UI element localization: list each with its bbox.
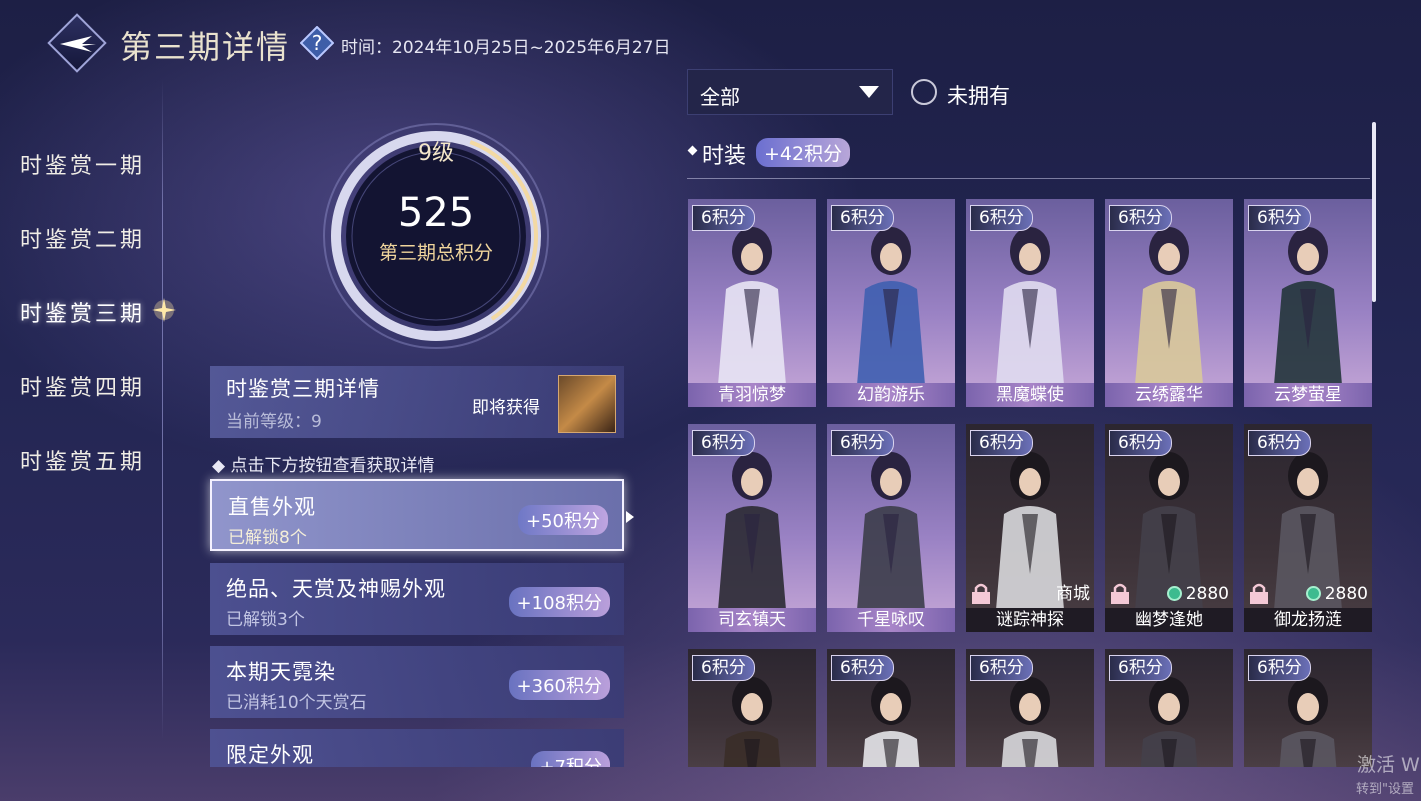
category-title: 绝品、天赏及神赐外观 [226,577,446,601]
category-subtitle: 已解锁3个 [226,610,305,630]
points-badge: 6积分 [831,430,894,456]
costume-name: 青羽惊梦 [688,383,816,407]
category-premium[interactable]: 绝品、天赏及神赐外观 已解锁3个 +108积分 [210,563,624,635]
current-level: 当前等级：9 [226,412,322,432]
points-badge: 6积分 [970,205,1033,231]
question-mark-icon[interactable]: ? [300,26,334,60]
category-direct-sale[interactable]: 直售外观 已解锁8个 +50积分 [210,479,624,551]
category-title: 限定外观 [226,743,314,767]
lock-icon [1250,583,1268,604]
jade-coin-icon [1305,586,1321,601]
nav-item-period-2[interactable]: 时鉴赏二期 [20,222,145,254]
points-badge: 6积分 [1248,430,1311,456]
price-value: 2880 [1324,584,1368,604]
total-score: 525 [397,190,475,236]
costume-card[interactable]: 6积分青羽惊梦 [688,199,816,407]
not-owned-radio[interactable] [911,79,937,105]
costume-card[interactable]: 6积分云梦萤星 [1244,199,1372,407]
costume-name: 黑魔蝶使 [966,383,1094,407]
points-badge: 6积分 [1109,655,1172,681]
section-title: 时装 [702,144,747,169]
nav-item-period-1[interactable]: 时鉴赏一期 [20,148,145,180]
price-label: 商城 [1056,579,1090,604]
total-score-label: 第三期总积分 [378,242,493,264]
costume-card[interactable]: 6积分司玄镇天 [688,424,816,632]
points-badge: 6积分 [1109,430,1172,456]
hint-label: 点击下方按钮查看获取详情 [230,456,435,476]
points-badge: 6积分 [692,205,755,231]
category-points: +360积分 [508,670,610,700]
price-label: 2880 [1305,584,1368,604]
section-points: +42积分 [756,138,851,167]
costume-card[interactable]: 6积分千星咏叹 [827,424,955,632]
category-subtitle: 已消耗10个天赏石 [226,693,367,713]
costume-card[interactable]: 6积分 2880 幽梦逢她 [1105,424,1233,632]
arrow-left-icon [60,36,96,52]
points-badge: 6积分 [970,655,1033,681]
category-title: 直售外观 [228,495,316,519]
category-dye[interactable]: 本期天霓染 已消耗10个天赏石 +360积分 [210,646,624,718]
points-badge: 6积分 [1248,655,1311,681]
costume-card[interactable]: 6积分幻韵游乐 [827,199,955,407]
costume-card[interactable]: 6积分 [1105,649,1233,767]
active-arrow-icon [626,511,634,523]
diamond-icon [687,145,698,156]
costume-card[interactable]: 6积分 [827,649,955,767]
coming-reward-label: 即将获得 [472,398,540,418]
active-star-icon [152,298,176,322]
caret-down-icon [859,86,879,98]
activation-watermark: 激活 W [1357,754,1420,776]
costume-name: 御龙扬涟 [1244,608,1372,632]
category-points: +108积分 [508,587,610,617]
costume-name: 司玄镇天 [688,608,816,632]
section-divider [687,178,1370,179]
points-badge: 6积分 [1248,205,1311,231]
details-title: 时鉴赏三期详情 [226,377,380,401]
category-subtitle: 已解锁8个 [228,528,307,548]
costume-name: 千星咏叹 [827,608,955,632]
points-badge: 6积分 [831,205,894,231]
page-title: 第三期详情 [120,28,291,66]
costume-name: 谜踪神探 [966,608,1094,632]
not-owned-label: 未拥有 [947,84,1010,108]
category-points: +7积分 [531,751,610,767]
costume-card[interactable]: 6积分黑魔蝶使 [966,199,1094,407]
price-label: 2880 [1166,584,1229,604]
points-badge: 6积分 [692,655,755,681]
nav-item-period-3[interactable]: 时鉴赏三期 [20,296,145,328]
category-title: 本期天霓染 [226,660,336,684]
lock-icon [972,583,990,604]
costume-card[interactable]: 6积分 [1244,649,1372,767]
costume-name: 云绣露华 [1105,383,1233,407]
reward-item-icon[interactable] [558,375,616,433]
costume-card[interactable]: 6积分商城谜踪神探 [966,424,1094,632]
hint-text: ◆ 点击下方按钮查看获取详情 [212,456,435,476]
points-badge: 6积分 [1109,205,1172,231]
scrollbar[interactable] [1372,122,1376,302]
filter-selected-value: 全部 [700,85,740,109]
jade-coin-icon [1166,586,1182,601]
svg-text:?: ? [312,31,323,55]
costume-name: 幻韵游乐 [827,383,955,407]
category-limited[interactable]: 限定外观 +7积分 [210,729,624,767]
costume-card[interactable]: 6积分 [966,649,1094,767]
level-label: 9级 [418,141,454,166]
period-time: 时间：2024年10月25日~2025年6月27日 [341,38,671,58]
costume-name: 幽梦逢她 [1105,608,1233,632]
costume-card[interactable]: 6积分 [688,649,816,767]
costume-card[interactable]: 6积分云绣露华 [1105,199,1233,407]
points-badge: 6积分 [831,655,894,681]
lock-icon [1111,583,1129,604]
nav-divider [162,80,163,740]
points-badge: 6积分 [970,430,1033,456]
nav-item-period-4[interactable]: 时鉴赏四期 [20,370,145,402]
nav-item-period-5[interactable]: 时鉴赏五期 [20,444,145,476]
points-badge: 6积分 [692,430,755,456]
category-points: +50积分 [518,505,608,535]
price-value: 2880 [1185,584,1229,604]
costume-card[interactable]: 6积分 2880 御龙扬涟 [1244,424,1372,632]
activation-watermark-sub: 转到"设置 [1356,782,1414,797]
price-value: 商城 [1056,584,1090,604]
costume-name: 云梦萤星 [1244,383,1372,407]
